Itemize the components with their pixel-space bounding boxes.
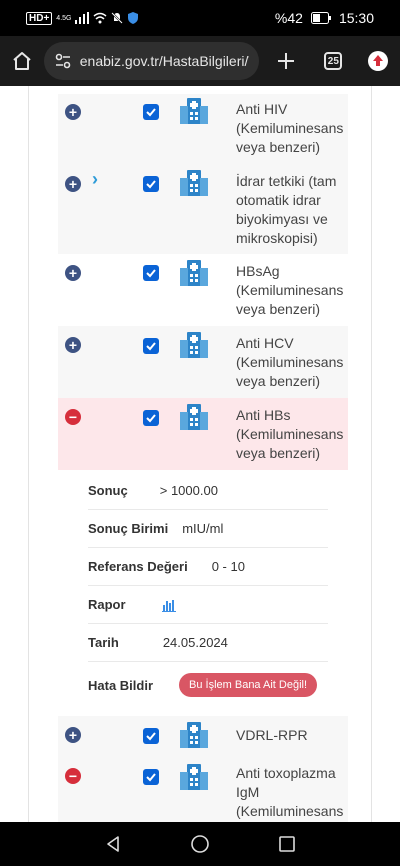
result-value: > 1000.00 [159, 483, 218, 498]
system-nav-bar [0, 822, 400, 866]
checkbox[interactable] [143, 176, 159, 192]
plus-icon [277, 53, 294, 69]
expand-button[interactable]: + [65, 337, 81, 353]
test-row-idrar-tetkiki: + › İdrar tetkiki (tam otomatik idrar bi… [58, 166, 348, 254]
detail-row-referans: Referans Değeri 0 - 10 [88, 548, 328, 586]
status-bar: HD+ 4.5G %42 15:30 [0, 0, 400, 36]
detail-label: Referans Değeri [88, 559, 188, 574]
detail-row-tarih: Tarih 24.05.2024 [88, 624, 328, 662]
hospital-icon[interactable] [180, 764, 208, 790]
browser-toolbar: enabiz.gov.tr/HastaBilgileri/Tal 25 [0, 36, 400, 86]
checkbox[interactable] [143, 265, 159, 281]
test-name: Anti HCV (Kemiluminesans veya benzeri) [236, 335, 344, 389]
profile-menu-icon [368, 51, 389, 71]
battery-icon [310, 12, 331, 24]
check-icon [146, 269, 156, 278]
detail-row-hata: Hata Bildir Bu İşlem Bana Ait Değil! [88, 662, 328, 708]
test-row-vdrl: + VDRL-RPR [58, 716, 348, 758]
test-row-anti-hbs: − Anti HBs (Kemiluminesans veya benzeri) [58, 398, 348, 470]
test-details: Sonuç > 1000.00 Sonuç Birimi mIU/ml Refe… [88, 472, 328, 708]
detail-label: Sonuç Birimi [88, 521, 169, 536]
checkbox[interactable] [143, 769, 159, 785]
mute-icon [111, 12, 124, 24]
report-error-button[interactable]: Bu İşlem Bana Ait Değil! [179, 673, 318, 697]
test-name: Anti HIV (Kemiluminesans veya benzeri) [236, 101, 344, 155]
detail-label: Rapor [88, 597, 126, 612]
checkbox[interactable] [143, 338, 159, 354]
detail-row-birim: Sonuç Birimi mIU/ml [88, 510, 328, 548]
checkbox[interactable] [143, 728, 159, 744]
battery-percent: %42 [274, 10, 303, 26]
hospital-icon[interactable] [180, 98, 208, 124]
chevron-right-icon[interactable]: › [92, 169, 98, 190]
signal-icon [75, 12, 90, 24]
check-icon [146, 108, 156, 117]
check-icon [146, 732, 156, 741]
tabs-button[interactable]: 25 [310, 36, 356, 86]
check-icon [146, 180, 156, 189]
hospital-icon[interactable] [180, 260, 208, 286]
home-button[interactable] [0, 36, 44, 86]
home-icon [13, 52, 31, 70]
status-left: HD+ 4.5G [26, 11, 139, 25]
checkbox[interactable] [143, 410, 159, 426]
network-type: HD+ [26, 11, 53, 25]
new-tab-button[interactable] [261, 36, 311, 86]
test-name: Anti HBs (Kemiluminesans veya benzeri) [236, 407, 344, 461]
test-row-anti-toxoplazma: − Anti toxoplazma IgM (Kemiluminesans [58, 758, 348, 822]
page-content: + Anti HIV (Kemiluminesans veya benzeri)… [0, 86, 400, 822]
test-name: İdrar tetkiki (tam otomatik idrar biyoki… [236, 173, 337, 246]
detail-row-sonuc: Sonuç > 1000.00 [88, 472, 328, 510]
url-text: enabiz.gov.tr/HastaBilgileri/Tal [79, 53, 249, 69]
detail-row-rapor: Rapor [88, 586, 328, 624]
check-icon [146, 773, 156, 782]
test-name: VDRL-RPR [236, 727, 308, 743]
date-value: 24.05.2024 [162, 635, 228, 650]
test-row-hbsag: + HBsAg (Kemiluminesans veya benzeri) [58, 254, 348, 326]
hospital-icon[interactable] [180, 404, 208, 430]
report-chart-icon[interactable] [161, 598, 176, 612]
detail-label: Sonuç [88, 483, 128, 498]
home-circle-icon[interactable] [190, 834, 210, 854]
test-name: HBsAg (Kemiluminesans veya benzeri) [236, 263, 344, 317]
hospital-icon[interactable] [180, 332, 208, 358]
profile-menu-button[interactable] [356, 36, 400, 86]
expand-button[interactable]: + [65, 265, 81, 281]
expand-button[interactable]: + [65, 104, 81, 120]
clock: 15:30 [338, 10, 374, 26]
shield-icon [128, 12, 139, 24]
tune-icon[interactable] [54, 52, 72, 70]
collapse-button[interactable]: − [65, 768, 81, 784]
check-icon [146, 342, 156, 351]
network-small: 4.5G [56, 14, 72, 22]
checkbox[interactable] [143, 104, 159, 120]
check-icon [146, 414, 156, 423]
back-icon[interactable] [104, 835, 122, 853]
detail-label: Tarih [88, 635, 119, 650]
test-row-anti-hiv: + Anti HIV (Kemiluminesans veya benzeri) [58, 94, 348, 166]
recents-icon[interactable] [278, 835, 296, 853]
expand-button[interactable]: + [65, 727, 81, 743]
wifi-icon [94, 12, 107, 24]
reference-value: 0 - 10 [211, 559, 245, 574]
test-name: Anti toxoplazma IgM (Kemiluminesans [236, 765, 344, 819]
test-row-anti-hcv: + Anti HCV (Kemiluminesans veya benzeri) [58, 326, 348, 398]
tabs-icon: 25 [324, 52, 343, 70]
detail-label: Hata Bildir [88, 677, 154, 693]
collapse-button[interactable]: − [65, 409, 81, 425]
expand-button[interactable]: + [65, 176, 81, 192]
hospital-icon[interactable] [180, 170, 208, 196]
hospital-icon[interactable] [180, 722, 208, 748]
status-right: %42 15:30 [275, 10, 374, 26]
unit-value: mIU/ml [182, 521, 224, 536]
address-bar[interactable]: enabiz.gov.tr/HastaBilgileri/Tal [43, 42, 259, 80]
